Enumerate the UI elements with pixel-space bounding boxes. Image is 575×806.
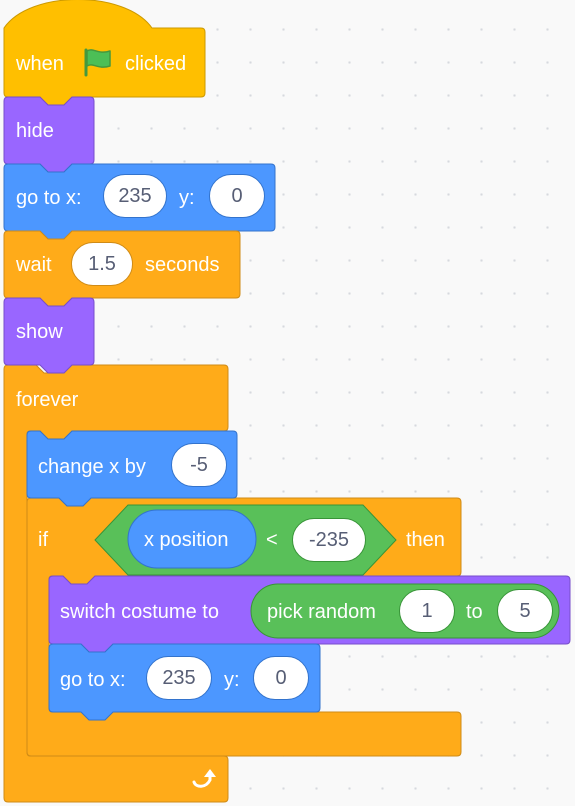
- wait-label: wait: [16, 254, 52, 276]
- forever-label: forever: [16, 389, 79, 411]
- green-flag-icon: [84, 48, 111, 77]
- switch-costume-label: switch costume to: [60, 601, 219, 623]
- when-label: when: [16, 53, 64, 75]
- wait-seconds-input[interactable]: 1.5: [71, 242, 133, 286]
- less-than-symbol: <: [266, 529, 278, 551]
- go-to-x-label-2: go to x:: [60, 669, 126, 691]
- seconds-label: seconds: [145, 254, 220, 276]
- clicked-label: clicked: [125, 53, 187, 75]
- then-label: then: [406, 529, 445, 551]
- pick-random-label: pick random: [267, 601, 376, 623]
- y-label-2: y:: [224, 669, 240, 691]
- to-label: to: [466, 601, 483, 623]
- show-label: show: [16, 321, 63, 343]
- change-x-label: change x by: [38, 456, 146, 478]
- code-area[interactable]: { "colors": { "events": "#ffbf00", "look…: [0, 0, 575, 806]
- if-label: if: [38, 529, 48, 551]
- y-value-input[interactable]: 0: [209, 174, 265, 218]
- x-position-label: x position: [144, 529, 229, 551]
- hide-label: hide: [16, 120, 54, 142]
- loop-arrow-icon: [192, 769, 216, 788]
- compare-value-input[interactable]: -235: [292, 518, 366, 562]
- y-value-input-2[interactable]: 0: [253, 656, 309, 700]
- go-to-x-label: go to x:: [16, 187, 82, 209]
- change-x-value-input[interactable]: -5: [171, 443, 227, 487]
- y-label: y:: [179, 187, 195, 209]
- x-value-input[interactable]: 235: [103, 174, 167, 218]
- random-to-input[interactable]: 5: [497, 589, 553, 633]
- x-value-input-2[interactable]: 235: [146, 656, 212, 700]
- random-from-input[interactable]: 1: [399, 589, 455, 633]
